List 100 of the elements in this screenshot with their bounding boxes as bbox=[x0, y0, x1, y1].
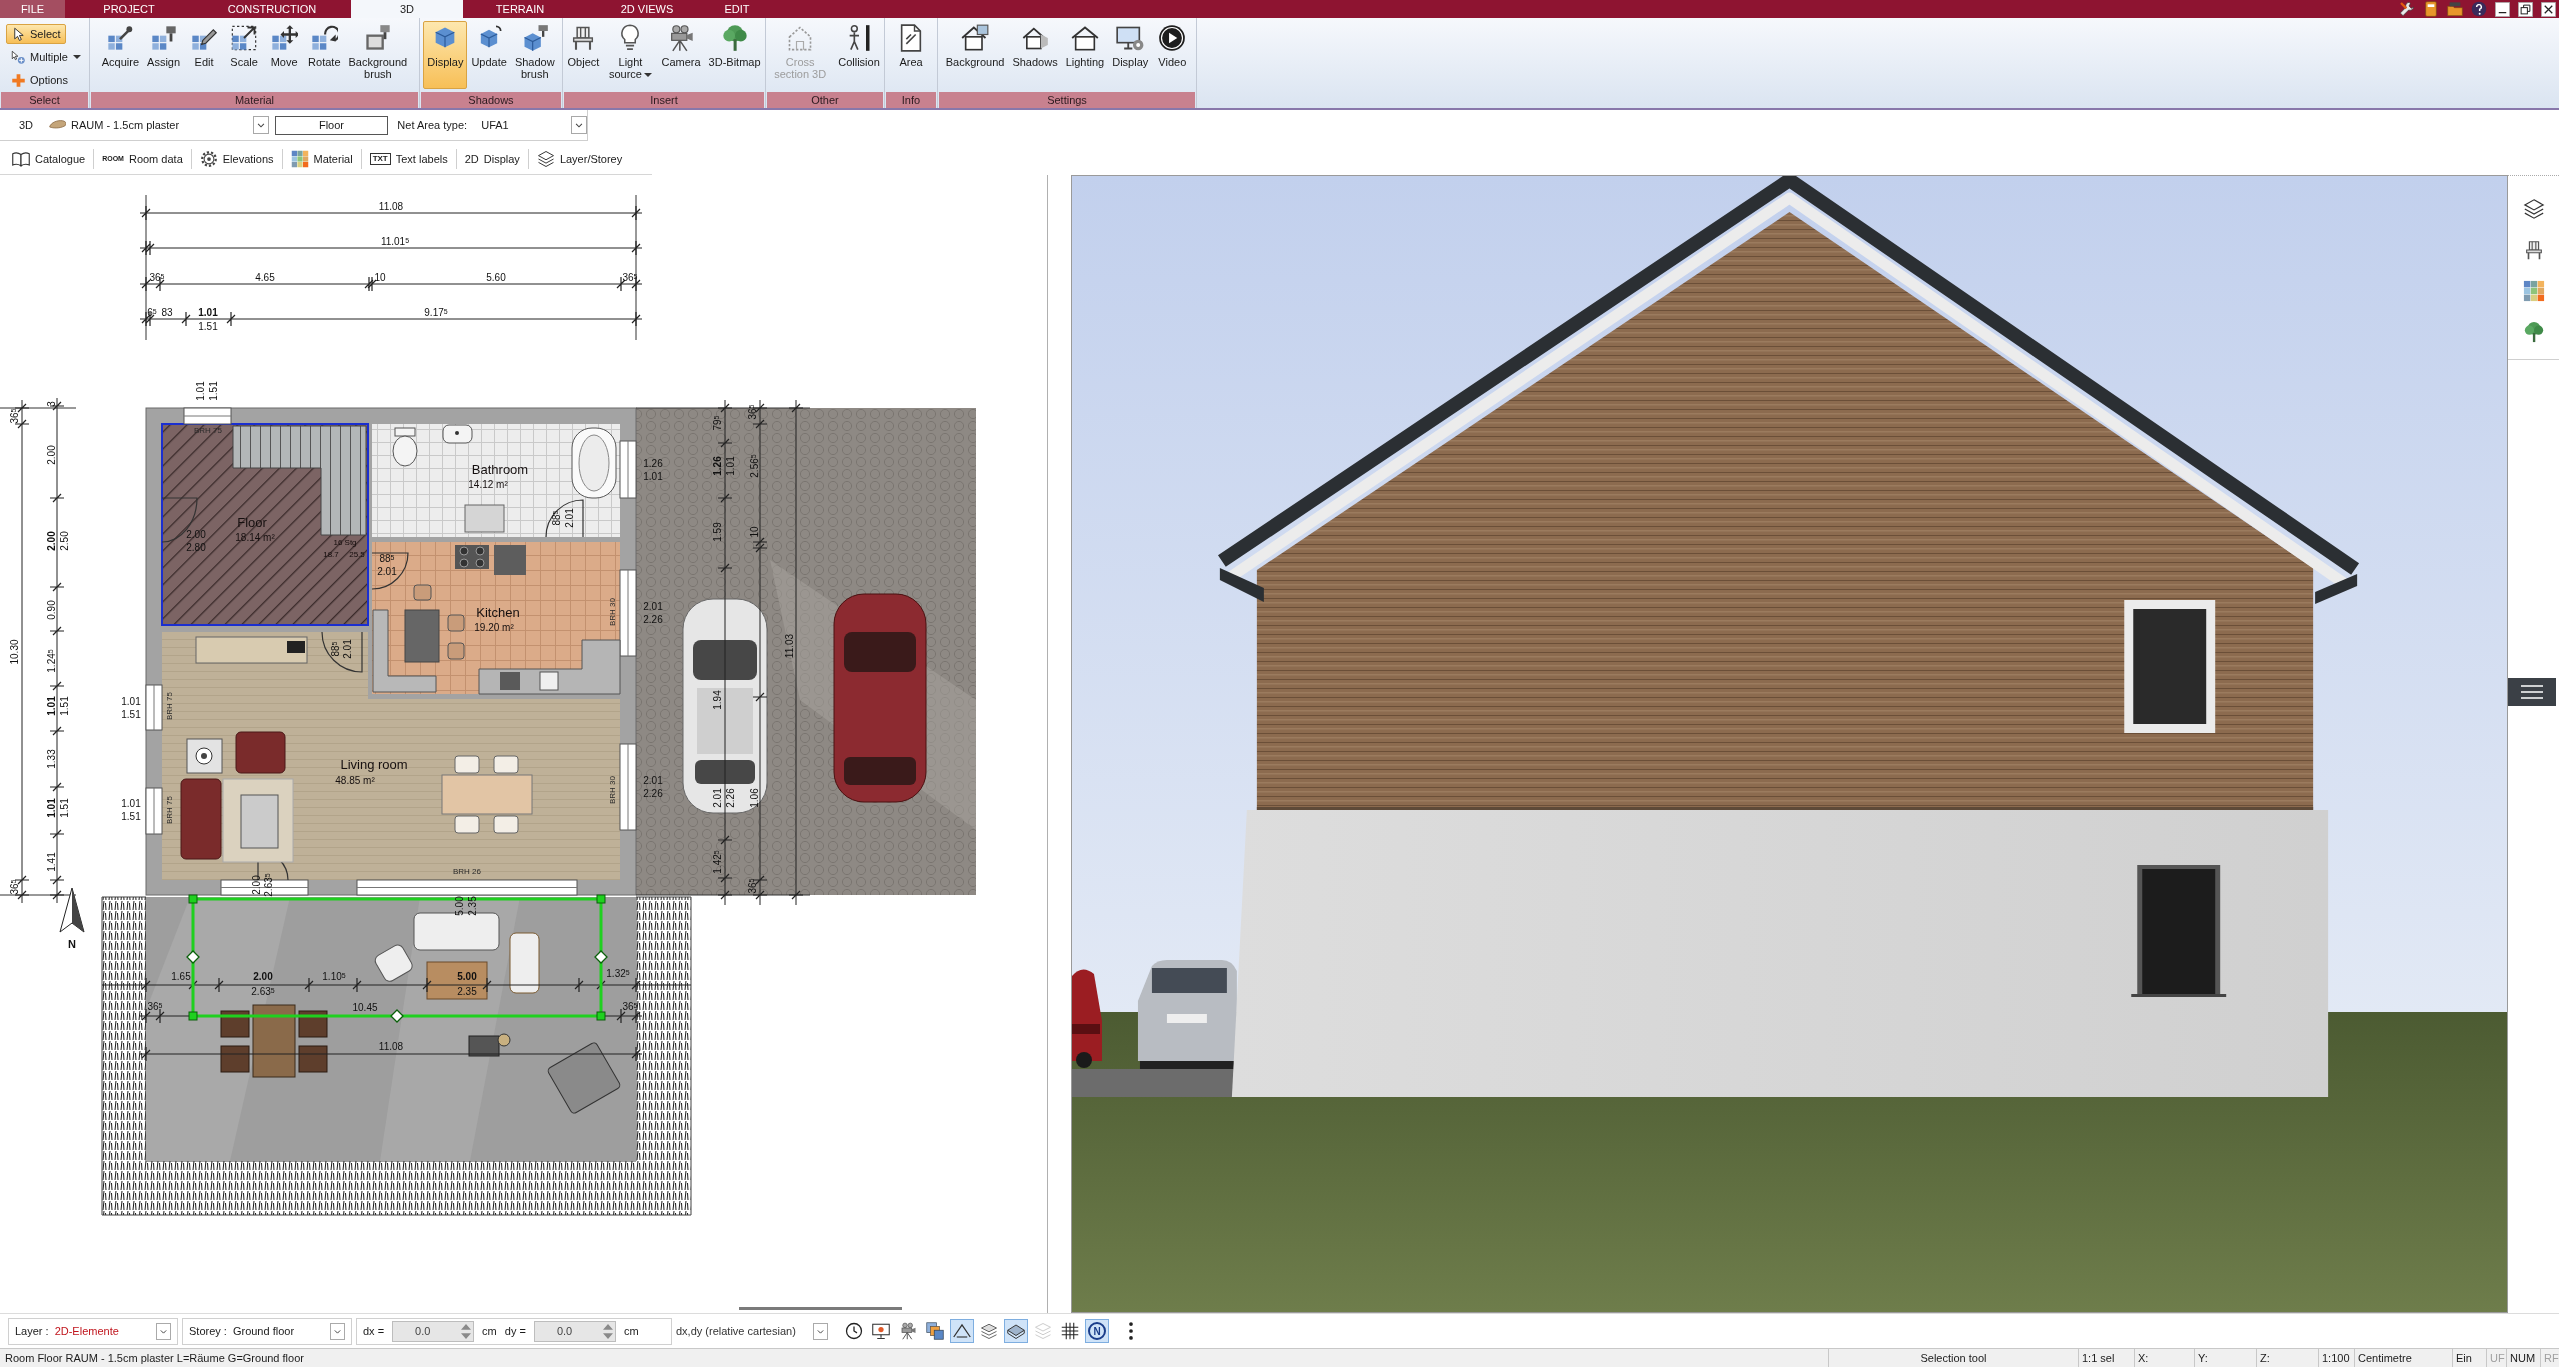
ribbon-button[interactable]: Options bbox=[6, 70, 73, 90]
dy-label: dy = bbox=[504, 1325, 526, 1337]
cabinet bbox=[464, 504, 505, 533]
resize-handle[interactable] bbox=[390, 1009, 404, 1023]
status-message: Room Floor RAUM - 1.5cm plaster L=Räume G=Ground floor bbox=[4, 1352, 305, 1364]
ribbon-button[interactable]: Scale bbox=[224, 21, 265, 89]
caret-icon bbox=[643, 73, 652, 78]
layer-dropdown[interactable]: 2D-Elemente bbox=[54, 1320, 171, 1342]
ribbon-button[interactable]: Camera bbox=[657, 21, 705, 89]
ribbon-button[interactable]: 3D-Bitmap bbox=[704, 21, 765, 89]
dimension-label: 1.51 bbox=[60, 696, 70, 716]
grid-icon bbox=[1061, 1322, 1079, 1340]
toolbar-button[interactable]: Catalogue bbox=[4, 145, 94, 172]
resize-handle[interactable] bbox=[596, 894, 606, 904]
notebook-icon[interactable] bbox=[2423, 1, 2439, 17]
slab-icon bbox=[1007, 1322, 1025, 1340]
dimension-label: 1.33 bbox=[47, 749, 57, 769]
area-type-dropdown[interactable]: UFA1 bbox=[481, 114, 587, 136]
ribbon-button[interactable]: Display bbox=[1108, 21, 1153, 89]
room-area: 48.85 m² bbox=[335, 776, 375, 786]
chair bbox=[493, 815, 519, 834]
ribbon-button[interactable]: Shadow brush bbox=[510, 21, 559, 89]
tool-button[interactable] bbox=[950, 1319, 974, 1343]
dimension-label: 11.01$^{5}$ bbox=[380, 237, 410, 247]
dimension-label: 1.51 bbox=[60, 798, 70, 818]
group-label: Other bbox=[767, 92, 883, 108]
tools-icon[interactable] bbox=[2399, 1, 2415, 17]
dimension-label: 5.00 bbox=[457, 972, 477, 982]
ribbon-tab[interactable]: PROJECT bbox=[65, 0, 193, 18]
dimension-label: 2.35 bbox=[468, 896, 478, 916]
ribbon-button[interactable]: Acquire bbox=[97, 21, 144, 89]
north-label: N bbox=[68, 938, 76, 950]
status-field: Y: bbox=[2194, 1349, 2256, 1367]
rotate-icon bbox=[310, 24, 339, 52]
name-field[interactable]: Floor bbox=[274, 115, 389, 135]
close-icon[interactable] bbox=[2541, 1, 2556, 17]
ribbon-button[interactable]: Rotate bbox=[304, 21, 345, 89]
ribbon-tab[interactable]: 2D VIEWS bbox=[577, 0, 717, 18]
restore-icon[interactable] bbox=[2518, 1, 2533, 17]
toolbar-button[interactable]: Layer/Storey bbox=[528, 145, 631, 172]
ribbon-button[interactable]: Update bbox=[467, 21, 511, 89]
ribbon-tab[interactable]: CONSTRUCTION bbox=[193, 0, 351, 18]
ribbon-button[interactable]: Select bbox=[6, 24, 66, 44]
ribbon-button[interactable]: Collision bbox=[834, 21, 884, 89]
tree-icon[interactable] bbox=[2522, 321, 2545, 343]
ribbon-button[interactable]: Shadows bbox=[1008, 21, 1062, 89]
ribbon-button[interactable]: Object bbox=[563, 21, 604, 89]
resize-handle[interactable] bbox=[594, 950, 608, 964]
ribbon-button[interactable]: Lighting bbox=[1061, 21, 1109, 89]
dimension-label: 11.08 bbox=[378, 202, 404, 212]
brush-icon bbox=[149, 24, 178, 52]
dimension-label: 1.01 bbox=[121, 799, 141, 809]
ribbon-button[interactable]: Background bbox=[941, 21, 1009, 89]
tool-button[interactable]: N bbox=[1085, 1319, 1109, 1343]
resize-handle[interactable] bbox=[188, 894, 198, 904]
house-icon bbox=[1070, 24, 1099, 52]
tool-button[interactable] bbox=[1004, 1319, 1028, 1343]
wall-height-label: BRH 26 bbox=[453, 868, 481, 876]
ribbon-button[interactable]: Multiple bbox=[6, 47, 86, 67]
ribbon-button[interactable]: Background brush bbox=[344, 21, 412, 89]
material-dropdown[interactable]: RAUM - 1.5cm plaster bbox=[48, 114, 269, 136]
ribbon-tab[interactable]: TERRAIN bbox=[463, 0, 577, 18]
coordinate-mode-dropdown[interactable]: dx,dy (relative cartesian) bbox=[676, 1320, 828, 1342]
storey-dropdown[interactable]: Ground floor bbox=[232, 1320, 345, 1342]
ribbon-button[interactable]: Area bbox=[891, 21, 931, 89]
minimize-icon[interactable] bbox=[2495, 1, 2510, 17]
ribbon-tab[interactable]: 3D bbox=[351, 0, 463, 18]
tool-button[interactable] bbox=[923, 1319, 947, 1343]
ribbon-button[interactable]: Video bbox=[1152, 21, 1193, 89]
wall-window bbox=[183, 407, 232, 425]
ribbon-button[interactable]: Light source bbox=[603, 21, 658, 89]
toolbar-button[interactable]: TXT Text labels bbox=[361, 145, 456, 172]
dimension-label: 1.01 bbox=[47, 798, 57, 818]
ribbon-button[interactable]: Move bbox=[264, 21, 305, 89]
wall-window bbox=[619, 440, 637, 499]
resize-handle[interactable] bbox=[596, 1011, 606, 1021]
dimension-label: 2.80 bbox=[186, 543, 206, 553]
resize-handle[interactable] bbox=[186, 950, 200, 964]
folder-icon[interactable] bbox=[2447, 1, 2463, 17]
stove bbox=[455, 545, 489, 569]
resize-handle[interactable] bbox=[188, 1011, 198, 1021]
ribbon-button[interactable]: Assign bbox=[143, 21, 185, 89]
toolbar-button[interactable]: Elevations bbox=[191, 145, 282, 172]
cursors-icon bbox=[11, 49, 26, 65]
status-field: 1:1 sel bbox=[2078, 1349, 2134, 1367]
chevron-icon bbox=[571, 116, 587, 134]
panel-handle[interactable] bbox=[2508, 678, 2556, 706]
ribbon-button[interactable]: Edit bbox=[184, 21, 225, 89]
group-label: Select bbox=[1, 92, 88, 108]
help-icon[interactable] bbox=[2471, 1, 2487, 17]
color-grid-icon[interactable] bbox=[2522, 280, 2545, 302]
ribbon-tab[interactable]: EDIT bbox=[717, 0, 757, 18]
file-menu[interactable]: FILE bbox=[0, 0, 65, 18]
scrollbar-thumb[interactable] bbox=[739, 1306, 902, 1310]
toolbar-button[interactable]: Material bbox=[282, 145, 361, 172]
toolbar-button[interactable]: 2D Display bbox=[456, 145, 528, 172]
dimension-label: 1.06 bbox=[750, 788, 760, 808]
status-field: Selection tool bbox=[1828, 1349, 2078, 1367]
ribbon-button[interactable]: Display bbox=[423, 21, 468, 89]
layers-icon[interactable] bbox=[2522, 198, 2545, 220]
